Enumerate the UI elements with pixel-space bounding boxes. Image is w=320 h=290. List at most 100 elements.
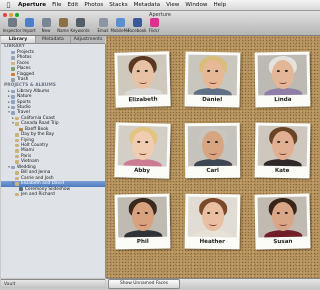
album-icon — [15, 171, 19, 175]
menu-help[interactable]: Help — [210, 2, 229, 8]
album-icon — [19, 127, 23, 132]
album-icon — [11, 95, 15, 99]
face-card[interactable]: Daniel — [184, 51, 241, 108]
face-name-label[interactable]: Abby — [114, 167, 169, 174]
sidebar-item-label: Trash — [17, 77, 29, 83]
face-name-label[interactable]: Carl — [185, 168, 240, 174]
face-card[interactable]: Abby — [114, 122, 171, 179]
toolbar-button-label: Facebook — [127, 28, 147, 33]
menu-stacks[interactable]: Stacks — [106, 2, 130, 8]
toolbar-button-label: Import — [22, 28, 36, 33]
toolbar-button-label: New — [41, 28, 51, 33]
keywords-icon — [75, 18, 85, 27]
name-button[interactable]: Name — [54, 18, 72, 35]
face-name-label[interactable]: Daniel — [185, 97, 240, 104]
library-sidebar: LIBRARY Projects Photos Faces Places Flagged T… — [1, 44, 106, 278]
toolbar: Aperture Inspector Import New Name Keywords E… — [0, 11, 320, 36]
face-photo — [187, 196, 238, 238]
new-icon — [41, 18, 51, 27]
album-icon — [15, 133, 19, 137]
face-name-label[interactable]: Elizabeth — [115, 96, 170, 104]
face-name-label[interactable]: Susan — [255, 238, 310, 245]
album-icon — [15, 192, 19, 197]
album-icon — [19, 187, 23, 191]
face-photo — [257, 125, 308, 167]
tab-library[interactable]: Library — [1, 36, 36, 43]
inspector-tabs: Library Metadata Adjustments — [1, 36, 105, 44]
album-icon — [15, 143, 19, 148]
face-photo — [257, 54, 308, 96]
album-icon — [15, 138, 19, 143]
menu-view[interactable]: View — [163, 2, 182, 8]
flickr-icon — [149, 18, 159, 27]
face-photo — [117, 54, 168, 96]
album-icon — [15, 160, 19, 164]
album-icon — [11, 111, 15, 115]
apple-menu-icon[interactable]:  — [4, 2, 13, 9]
menu-file[interactable]: File — [49, 2, 64, 8]
face-name-label[interactable]: Linda — [255, 97, 310, 104]
face-card[interactable]: Kate — [254, 122, 311, 179]
album-icon — [15, 182, 19, 186]
toolbar-button-label: Flickr — [148, 28, 160, 33]
inspector-icon — [7, 18, 17, 27]
album-icon — [15, 116, 19, 121]
face-photo — [117, 196, 168, 238]
menu-photos[interactable]: Photos — [81, 2, 106, 8]
status-bar: Vault — [1, 279, 105, 288]
menu-app-name[interactable]: Aperture — [15, 2, 49, 8]
face-photo — [257, 196, 308, 238]
face-photo — [117, 125, 168, 167]
facebook-icon — [132, 18, 142, 27]
vault-label: Vault — [4, 282, 16, 287]
album-icon — [11, 61, 15, 66]
toolbar-button-label: Keywords — [70, 28, 90, 33]
album-icon — [11, 89, 15, 94]
album-icon — [15, 154, 19, 159]
cloud-icon — [115, 18, 125, 27]
face-card[interactable]: Carl — [184, 122, 241, 179]
mobileme-button[interactable]: MobileMe — [110, 18, 130, 35]
face-name-label[interactable]: Phil — [115, 239, 170, 246]
face-card[interactable]: Linda — [254, 51, 311, 108]
album-icon — [11, 50, 15, 55]
album-icon — [15, 149, 19, 153]
face-card[interactable]: Phil — [114, 193, 171, 250]
album-icon — [11, 100, 15, 104]
menu-window[interactable]: Window — [182, 2, 210, 8]
email-button[interactable]: Email — [94, 18, 112, 35]
face-photo — [187, 125, 238, 167]
tab-adjustments[interactable]: Adjustments — [71, 36, 105, 43]
menu-bar:  Aperture File Edit Photos Stacks Metad… — [0, 0, 320, 11]
keywords-button[interactable]: Keywords — [70, 18, 90, 35]
album-icon — [11, 165, 15, 170]
sidebar-item-label: Jen and Richard — [21, 191, 55, 197]
faces-corkboard: Elizabeth Daniel Linda Abby Carl Kate Phil Heat… — [106, 36, 320, 278]
album-icon — [11, 72, 15, 77]
show-unnamed-faces-button[interactable]: Show Unnamed Faces — [108, 279, 180, 289]
face-card[interactable]: Susan — [254, 193, 311, 250]
new-button[interactable]: New — [37, 18, 55, 35]
face-name-label[interactable]: Heather — [185, 239, 240, 246]
album-icon — [11, 78, 15, 82]
import-icon — [24, 18, 34, 27]
album-icon — [15, 122, 19, 126]
menu-edit[interactable]: Edit — [64, 2, 81, 8]
menu-metadata[interactable]: Metadata — [131, 2, 164, 8]
inspector-button[interactable]: Inspector — [3, 18, 21, 35]
face-photo — [187, 54, 238, 96]
import-button[interactable]: Import — [20, 18, 38, 35]
facebook-button[interactable]: Facebook — [128, 18, 146, 35]
face-card[interactable]: Elizabeth — [114, 51, 171, 108]
album-icon — [11, 105, 15, 110]
face-card[interactable]: Heather — [184, 193, 241, 250]
flickr-button[interactable]: Flickr — [145, 18, 163, 35]
sidebar-item-jen-and-richard[interactable]: Jen and Richard — [1, 192, 105, 197]
toolbar-button-label: Email — [97, 28, 109, 33]
face-name-label[interactable]: Kate — [255, 168, 310, 175]
tab-metadata[interactable]: Metadata — [36, 36, 71, 43]
name-icon — [58, 18, 68, 27]
album-icon — [11, 56, 15, 60]
toolbar-button-label: Inspector — [2, 28, 22, 33]
album-icon — [11, 67, 15, 71]
